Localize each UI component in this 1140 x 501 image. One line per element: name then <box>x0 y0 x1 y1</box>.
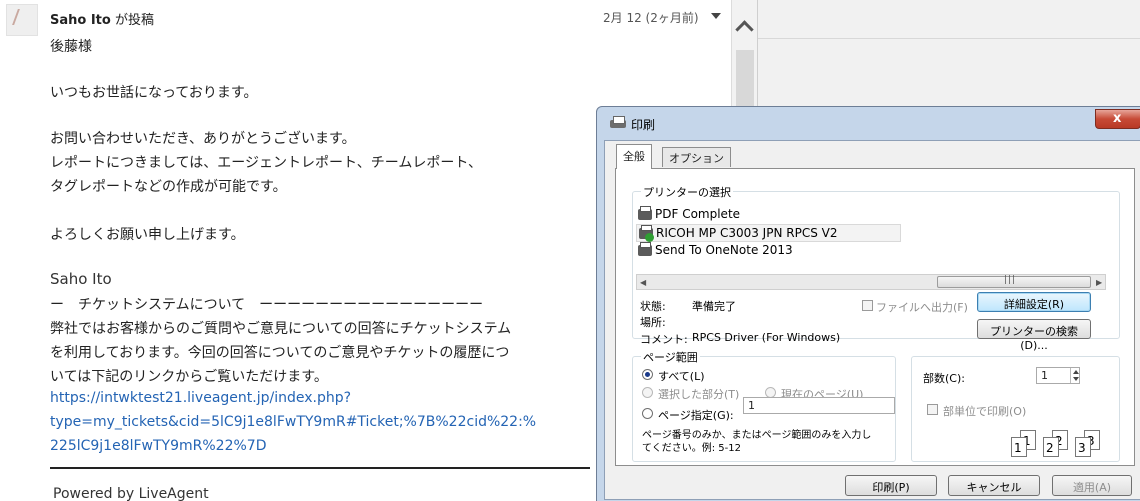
page-range-label: ページ範囲 <box>641 349 700 365</box>
tab-general[interactable]: 全般 <box>616 144 652 169</box>
page-range-input[interactable]: 1 <box>743 397 895 414</box>
page-range-group: ページ範囲 すべて(L) 選択した部分(T) 現在のページ(U) ページ指定(G… <box>632 349 896 462</box>
range-all-label: すべて(L) <box>658 370 705 383</box>
ticket-link[interactable]: type=my_tickets&cid=5lC9j1e8lFwTY9mR#Tic… <box>50 414 536 430</box>
dialog-title: 印刷 <box>631 118 656 132</box>
section-heading: ー チケットシステムについて ーーーーーーーーーーーーーーーー <box>50 297 484 313</box>
printer-item[interactable]: Send To OneNote 2013 <box>636 242 836 260</box>
greeting: 後藤様 <box>50 39 92 55</box>
location-label: 場所: <box>640 316 666 329</box>
body-line: いては下記のリンクからご覧いただけます。 <box>50 369 328 385</box>
copies-group: 部数(C): 1 部単位で印刷(O) 1 1 2 2 3 3 <box>911 356 1120 462</box>
body-line: お問い合わせいただき、ありがとうございます。 <box>50 131 356 147</box>
ticket-link[interactable]: 225lC9j1e8lFwTY9mR%22%7D <box>50 438 267 454</box>
status-label: 状態: <box>640 300 666 313</box>
collate-page-icon: 2 <box>1043 437 1059 457</box>
body-line: 弊社ではお客様からのご質問やご意見についての回答にチケットシステム <box>50 321 512 337</box>
printer-icon <box>638 206 652 220</box>
printer-item[interactable]: PDF Complete <box>636 206 836 224</box>
chevron-left-icon[interactable]: ◀ <box>640 278 646 287</box>
chevron-up-icon[interactable] <box>736 18 754 36</box>
printer-item-selected[interactable]: RICOH MP C3003 JPN RPCS V2 <box>636 224 901 242</box>
range-selection-label: 選択した部分(T) <box>658 388 740 401</box>
cancel-button[interactable]: キャンセル <box>948 475 1040 496</box>
sender-name[interactable]: Saho Ito <box>50 13 111 28</box>
range-pages-radio[interactable] <box>642 408 653 419</box>
body-line: よろしくお願い申し上げます。 <box>50 227 245 243</box>
print-to-file-label: ファイルへ出力(F) <box>876 301 968 314</box>
body-line: を利用しております。今回の回答についてのご意見やチケットの履歴につ <box>50 345 510 361</box>
comment-label: コメント: <box>640 333 688 346</box>
printer-icon <box>638 242 652 256</box>
range-pages-label: ページ指定(G): <box>658 409 734 422</box>
comment-value: RPCS Driver (For Windows) <box>692 331 841 344</box>
divider <box>758 38 1140 39</box>
signature: Saho Ito <box>50 270 112 288</box>
print-button[interactable]: 印刷(P) <box>845 475 937 496</box>
body-line: レポートにつきましては、エージェントレポート、チームレポート、 <box>50 155 483 171</box>
find-printer-button[interactable]: プリンターの検索(D)... <box>977 319 1091 352</box>
apply-button[interactable]: 適用(A) <box>1052 475 1132 496</box>
horizontal-scrollbar[interactable]: ◀ ||| ▶ <box>636 274 1106 290</box>
print-dialog: 印刷 x 全般 オプション プリンターの選択 PDF Complete RICO… <box>596 106 1140 501</box>
ticket-link[interactable]: https://intwktest21.liveagent.jp/index.p… <box>50 390 351 406</box>
avatar[interactable] <box>6 4 38 36</box>
post-date: 2月 12 (2ヶ月前) <box>603 11 699 25</box>
body-line: タグレポートなどの作成が可能です。 <box>50 179 287 195</box>
powered-by: Powered by LiveAgent <box>53 486 209 501</box>
close-icon: x <box>1113 111 1122 126</box>
advanced-settings-button[interactable]: 詳細設定(R) <box>977 292 1091 312</box>
default-check-icon <box>645 233 654 242</box>
divider <box>50 467 590 469</box>
printer-group: プリンターの選択 PDF Complete RICOH MP C3003 JPN… <box>632 184 1120 352</box>
close-button[interactable]: x <box>1095 109 1140 129</box>
range-selection-radio[interactable] <box>642 387 653 398</box>
tab-options[interactable]: オプション <box>662 147 731 167</box>
scroll-thumb[interactable] <box>736 50 754 110</box>
collate-label: 部単位で印刷(O) <box>943 405 1027 418</box>
grip-icon: ||| <box>1004 275 1017 285</box>
status-value: 準備完了 <box>692 300 736 313</box>
collate-page-icon: 1 <box>1011 437 1027 457</box>
range-all-radio[interactable] <box>642 369 653 380</box>
range-hint: てください。例: 5-12 <box>642 443 741 454</box>
body-line: いつもお世話になっております。 <box>50 85 258 101</box>
sender-suffix: が投稿 <box>110 13 154 28</box>
collate-page-icon: 3 <box>1075 437 1091 457</box>
print-to-file-checkbox[interactable] <box>862 300 873 311</box>
sender-line: Saho Ito が投稿 <box>50 9 154 28</box>
chevron-right-icon[interactable]: ▶ <box>1096 278 1102 287</box>
spinner-arrows-icon[interactable] <box>1070 368 1082 383</box>
chevron-down-icon[interactable] <box>711 13 721 19</box>
copies-label: 部数(C): <box>923 372 965 385</box>
scroll-thumb[interactable]: ||| <box>937 275 1091 288</box>
dialog-body: 全般 オプション プリンターの選択 PDF Complete RICOH MP … <box>604 140 1140 500</box>
collate-checkbox[interactable] <box>927 404 938 415</box>
printer-group-label: プリンターの選択 <box>641 184 733 200</box>
printer-icon <box>610 116 626 130</box>
printer-list[interactable]: PDF Complete RICOH MP C3003 JPN RPCS V2 … <box>636 200 1106 270</box>
tab-panel: プリンターの選択 PDF Complete RICOH MP C3003 JPN… <box>615 168 1135 466</box>
